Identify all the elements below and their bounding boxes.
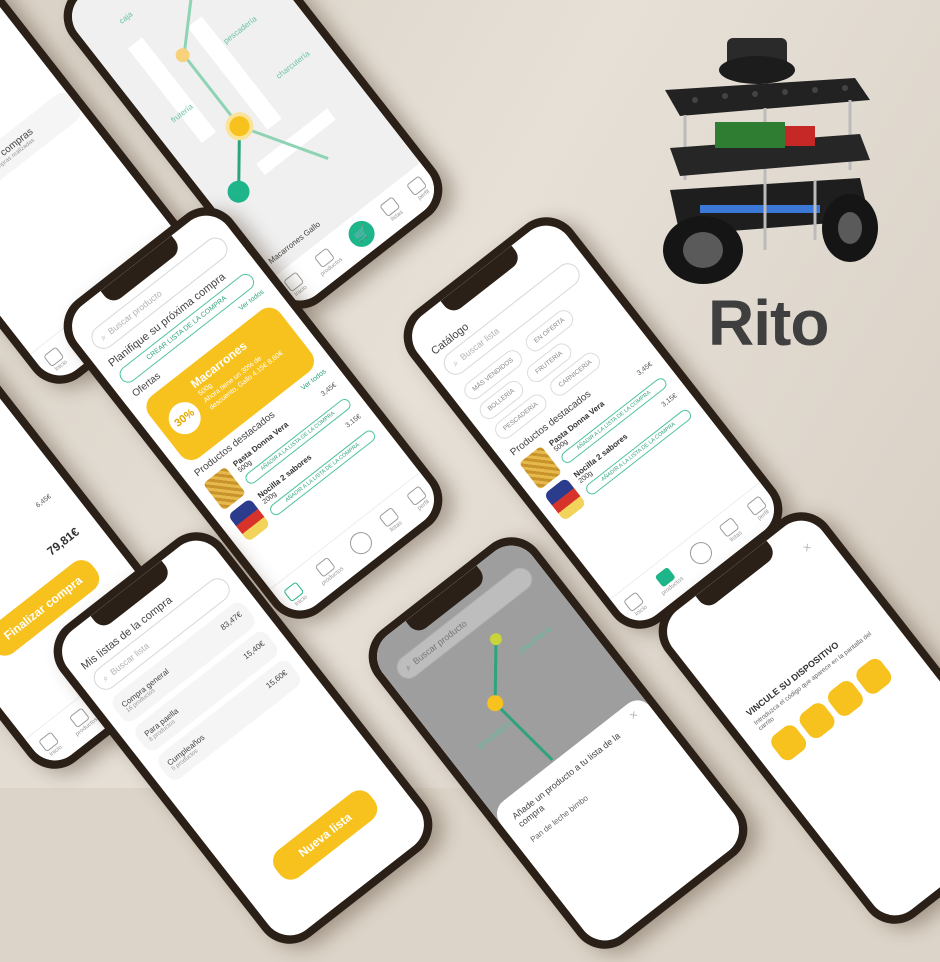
- cart-total: 79,81€: [44, 524, 82, 559]
- list-price: 15,60€: [264, 668, 290, 691]
- discount-badge: 30%: [162, 395, 208, 441]
- search-icon: ⌕: [97, 331, 108, 343]
- tab-profile[interactable]: perfil: [745, 495, 772, 523]
- tab-products[interactable]: productos: [651, 563, 685, 597]
- close-icon[interactable]: ✕: [801, 541, 814, 555]
- tab-cart[interactable]: [685, 537, 718, 570]
- new-list-button[interactable]: Nueva lista: [267, 784, 383, 886]
- tab-profile[interactable]: perfil: [405, 485, 432, 513]
- tab-cart[interactable]: [345, 527, 378, 560]
- tab-products[interactable]: productos: [310, 244, 344, 278]
- tab-products[interactable]: productos: [311, 553, 345, 587]
- robot-image: [663, 38, 878, 284]
- list-price: 15,40€: [241, 639, 267, 662]
- brand-wordmark: Rito: [708, 287, 829, 359]
- tab-lists[interactable]: listas: [379, 196, 405, 223]
- cart-icon: [685, 537, 717, 569]
- cart-icon: 🛒: [343, 215, 380, 253]
- tab-home[interactable]: Inicio: [43, 346, 69, 373]
- search-icon: ⌕: [450, 357, 461, 369]
- tab-home[interactable]: Inicio: [283, 581, 309, 608]
- tab-lists[interactable]: listas: [378, 506, 404, 534]
- tab-profile[interactable]: perfil: [406, 175, 432, 202]
- search-icon: ⌕: [100, 672, 111, 684]
- tab-cart[interactable]: 🛒: [343, 215, 380, 253]
- line-price: 6,45€: [34, 493, 53, 510]
- tab-home[interactable]: Inicio: [38, 731, 64, 758]
- tab-lists[interactable]: listas: [718, 516, 744, 544]
- tab-home[interactable]: Inicio: [623, 591, 649, 618]
- cart-icon: [345, 527, 377, 559]
- list-price: 83,47€: [218, 609, 244, 633]
